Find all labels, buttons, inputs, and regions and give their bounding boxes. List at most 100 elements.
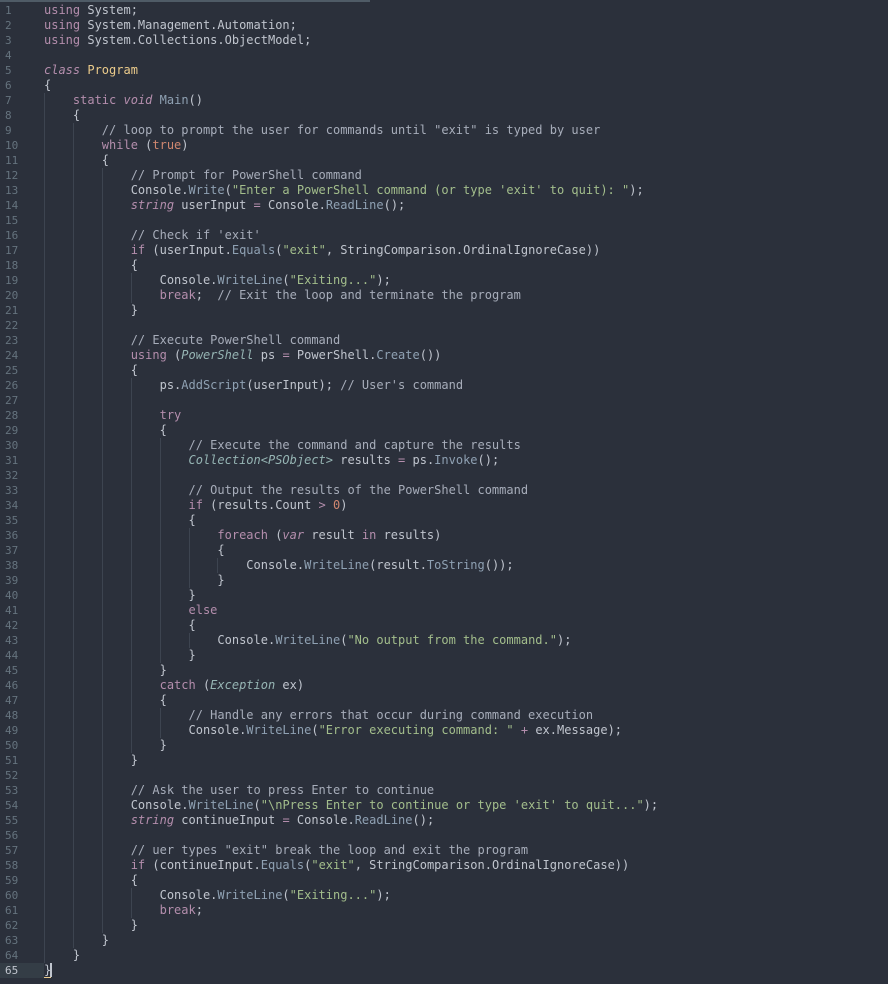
code-line[interactable]: if (userInput.Equals("exit", StringCompa… bbox=[44, 243, 888, 258]
code-token: System.Management.Automation; bbox=[80, 18, 297, 32]
code-line[interactable]: { bbox=[44, 363, 888, 378]
code-line[interactable]: string continueInput = Console.ReadLine(… bbox=[44, 813, 888, 828]
code-line[interactable] bbox=[44, 213, 888, 228]
code-line[interactable]: { bbox=[44, 693, 888, 708]
code-line[interactable]: } bbox=[44, 303, 888, 318]
code-token: ); bbox=[629, 183, 644, 197]
code-line[interactable] bbox=[44, 318, 888, 333]
code-line[interactable]: Console.WriteLine("Exiting..."); bbox=[44, 273, 888, 288]
code-line[interactable]: try bbox=[44, 408, 888, 423]
code-line[interactable]: } bbox=[44, 918, 888, 933]
code-line[interactable]: // Prompt for PowerShell command bbox=[44, 168, 888, 183]
code-line[interactable]: { bbox=[44, 78, 888, 93]
code-line[interactable]: { bbox=[44, 873, 888, 888]
code-line[interactable]: { bbox=[44, 513, 888, 528]
code-line[interactable]: Console.WriteLine(result.ToString()); bbox=[44, 558, 888, 573]
code-line[interactable]: } bbox=[44, 948, 888, 963]
code-line[interactable]: // uer types "exit" break the loop and e… bbox=[44, 843, 888, 858]
code-line[interactable]: else bbox=[44, 603, 888, 618]
code-line[interactable]: if (results.Count > 0) bbox=[44, 498, 888, 513]
code-token-cmt: // Exit the loop and terminate the progr… bbox=[217, 288, 521, 302]
code-line[interactable]: // Output the results of the PowerShell … bbox=[44, 483, 888, 498]
code-line[interactable]: string userInput = Console.ReadLine(); bbox=[44, 198, 888, 213]
code-token: ); bbox=[376, 888, 391, 902]
code-line[interactable]: { bbox=[44, 618, 888, 633]
line-number: 15 bbox=[5, 214, 19, 227]
code-line[interactable]: Console.WriteLine("Exiting..."); bbox=[44, 888, 888, 903]
code-editor[interactable]: 1 2 3 4 5 6 7 8 9 10 11 12 13 14 15 16 17 18 19 20 21 22 23 24 2… bbox=[0, 0, 888, 984]
code-line[interactable]: if (continueInput.Equals("exit", StringC… bbox=[44, 858, 888, 873]
code-line[interactable]: { bbox=[44, 543, 888, 558]
code-line[interactable]: break; // Exit the loop and terminate th… bbox=[44, 288, 888, 303]
code-line[interactable]: using System.Management.Automation; bbox=[44, 18, 888, 33]
code-line[interactable]: catch (Exception ex) bbox=[44, 678, 888, 693]
code-line[interactable]: } bbox=[44, 963, 888, 978]
code-line[interactable]: while (true) bbox=[44, 138, 888, 153]
code-line[interactable]: // loop to prompt the user for commands … bbox=[44, 123, 888, 138]
code-line[interactable] bbox=[44, 768, 888, 783]
line-number: 47 bbox=[5, 694, 19, 707]
code-token: ()); bbox=[484, 558, 514, 572]
code-line[interactable]: { bbox=[44, 108, 888, 123]
code-token-kw: foreach bbox=[217, 528, 268, 542]
code-line[interactable]: { bbox=[44, 153, 888, 168]
code-token: userInput bbox=[174, 198, 254, 212]
code-token-fn: Write bbox=[188, 183, 225, 197]
code-line[interactable]: Console.WriteLine("Error executing comma… bbox=[44, 723, 888, 738]
code-line[interactable]: using (PowerShell ps = PowerShell.Create… bbox=[44, 348, 888, 363]
code-line[interactable] bbox=[44, 48, 888, 63]
code-line[interactable]: Console.Write("Enter a PowerShell comman… bbox=[44, 183, 888, 198]
code-line[interactable]: } bbox=[44, 933, 888, 948]
code-line[interactable] bbox=[44, 393, 888, 408]
code-line[interactable]: using System.Collections.ObjectModel; bbox=[44, 33, 888, 48]
code-line[interactable]: } bbox=[44, 738, 888, 753]
code-line[interactable]: ps.AddScript(userInput); // User's comma… bbox=[44, 378, 888, 393]
code-token-cmt: // uer types "exit" break the loop and e… bbox=[130, 843, 529, 857]
code-line[interactable]: // Ask the user to press Enter to contin… bbox=[44, 783, 888, 798]
code-line[interactable]: { bbox=[44, 258, 888, 273]
code-token: ( bbox=[282, 273, 290, 287]
line-number: 46 bbox=[5, 679, 19, 692]
code-line[interactable] bbox=[44, 828, 888, 843]
code-line[interactable]: } bbox=[44, 648, 888, 663]
code-line[interactable]: Collection<PSObject> results = ps.Invoke… bbox=[44, 453, 888, 468]
code-area[interactable]: using System; using System.Management.Aut… bbox=[44, 3, 888, 984]
code-line[interactable]: static void Main() bbox=[44, 93, 888, 108]
code-token-kw: break bbox=[159, 903, 196, 917]
code-line[interactable]: { bbox=[44, 423, 888, 438]
code-line[interactable]: // Check if 'exit' bbox=[44, 228, 888, 243]
code-line[interactable]: class Program bbox=[44, 63, 888, 78]
code-line[interactable]: // Execute the command and capture the r… bbox=[44, 438, 888, 453]
code-line[interactable]: Console.WriteLine("No output from the co… bbox=[44, 633, 888, 648]
line-number: 62 bbox=[5, 919, 19, 932]
code-token: (); bbox=[412, 813, 435, 827]
code-line[interactable]: break; bbox=[44, 903, 888, 918]
code-token: } bbox=[44, 588, 196, 602]
line-number: 31 bbox=[5, 454, 19, 467]
code-token-fn: ToString bbox=[426, 558, 485, 572]
code-token-cmt: // Execute the command and capture the r… bbox=[188, 438, 521, 452]
code-line[interactable]: } bbox=[44, 573, 888, 588]
code-line[interactable]: } bbox=[44, 663, 888, 678]
line-number-gutter[interactable]: 1 2 3 4 5 6 7 8 9 10 11 12 13 14 15 16 17 18 19 20 21 22 23 24 2… bbox=[0, 3, 44, 984]
code-line[interactable]: // Execute PowerShell command bbox=[44, 333, 888, 348]
code-token: System; bbox=[80, 3, 138, 17]
tab-bar-edge bbox=[0, 0, 370, 2]
code-line[interactable]: using System; bbox=[44, 3, 888, 18]
line-number: 27 bbox=[5, 394, 19, 407]
code-line[interactable]: } bbox=[44, 588, 888, 603]
code-line[interactable]: Console.WriteLine("\nPress Enter to cont… bbox=[44, 798, 888, 813]
code-line[interactable]: foreach (var result in results) bbox=[44, 528, 888, 543]
code-line[interactable]: } bbox=[44, 753, 888, 768]
code-line[interactable]: // Handle any errors that occur during c… bbox=[44, 708, 888, 723]
code-line[interactable] bbox=[44, 468, 888, 483]
code-token: } bbox=[44, 738, 167, 752]
text-cursor bbox=[50, 963, 53, 977]
code-token: ( bbox=[267, 528, 283, 542]
code-token: { bbox=[44, 873, 138, 887]
